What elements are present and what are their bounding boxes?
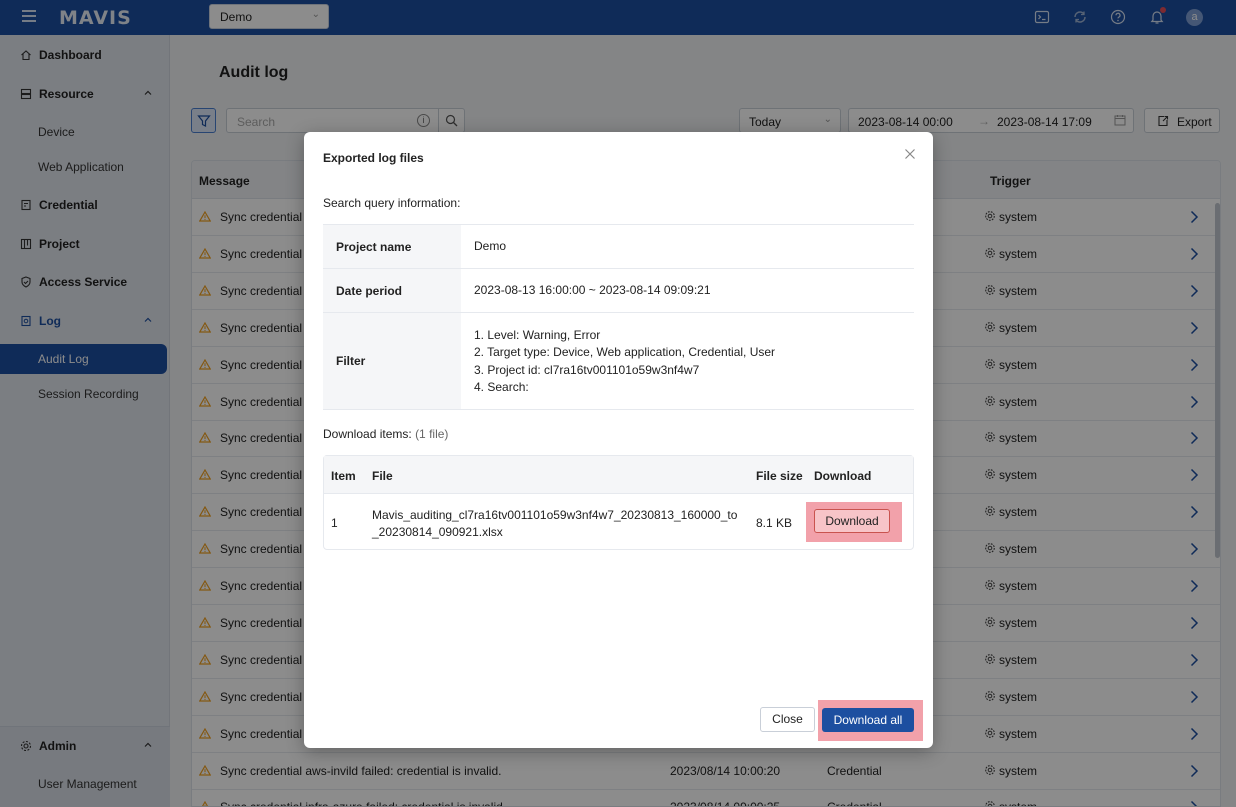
query-row-date: Date period 2023-08-13 16:00:00 ~ 2023-0… bbox=[323, 269, 914, 313]
close-button[interactable]: Close bbox=[760, 707, 815, 732]
download-table-header: Item File File size Download bbox=[324, 456, 913, 494]
download-items-text: Download items: bbox=[323, 427, 412, 441]
column-header-file-size: File size bbox=[756, 469, 803, 483]
file-item-number: 1 bbox=[331, 516, 338, 530]
column-header-download: Download bbox=[814, 469, 872, 483]
query-row-filter: Filter 1. Level: Warning, Error 2. Targe… bbox=[323, 313, 914, 410]
dialog-title: Exported log files bbox=[323, 151, 424, 165]
download-items-table: Item File File size Download 1 Mavis_aud… bbox=[323, 455, 914, 550]
file-name: Mavis_auditing_cl7ra16tv001101o59w3nf4w7… bbox=[372, 508, 738, 539]
exported-log-files-dialog: Exported log files Search query informat… bbox=[304, 132, 933, 748]
filter-line: 4. Search: bbox=[474, 380, 529, 394]
project-name-label: Project name bbox=[323, 225, 461, 268]
column-header-file: File bbox=[372, 469, 393, 483]
close-icon[interactable] bbox=[904, 148, 916, 160]
file-size: 8.1 KB bbox=[756, 516, 793, 530]
column-header-item: Item bbox=[331, 469, 356, 483]
filter-line: 2. Target type: Device, Web application,… bbox=[474, 345, 776, 359]
date-period-value: 2023-08-13 16:00:00 ~ 2023-08-14 09:09:2… bbox=[474, 283, 711, 298]
download-all-button[interactable]: Download all bbox=[822, 708, 914, 732]
filter-line: 1. Level: Warning, Error bbox=[474, 327, 601, 342]
filter-line: 3. Project id: cl7ra16tv001101o59w3nf4w7 bbox=[474, 362, 700, 377]
download-items-label: Download items: (1 file) bbox=[323, 427, 448, 441]
download-button[interactable]: Download bbox=[814, 509, 890, 533]
project-name-value: Demo bbox=[474, 239, 507, 254]
query-info-table: Project name Demo Date period 2023-08-13… bbox=[323, 224, 914, 410]
filter-label: Filter bbox=[323, 313, 461, 409]
download-items-count: (1 file) bbox=[415, 427, 449, 441]
query-row-project: Project name Demo bbox=[323, 225, 914, 269]
date-period-label: Date period bbox=[323, 269, 461, 312]
search-query-label: Search query information: bbox=[323, 196, 461, 210]
